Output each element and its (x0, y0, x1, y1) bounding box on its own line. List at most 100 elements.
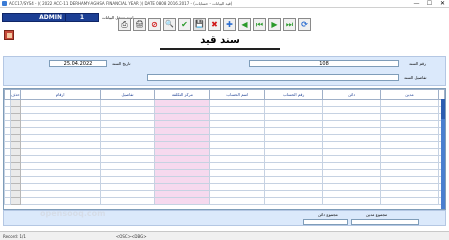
minimize-button[interactable]: — (410, 0, 423, 8)
row-delete-cell[interactable] (9, 113, 21, 121)
grid-cell[interactable] (19, 148, 101, 156)
grid-cell[interactable] (380, 148, 439, 156)
next-icon[interactable]: ▶ (268, 18, 281, 31)
refresh-icon[interactable]: ⟳ (298, 18, 311, 31)
row-delete-cell[interactable] (9, 141, 21, 149)
grid-cell[interactable] (264, 141, 324, 149)
grid-cell[interactable] (99, 148, 156, 156)
cost-center-cell[interactable] (154, 162, 211, 170)
grid-cell[interactable] (380, 155, 439, 163)
grid-cell[interactable] (19, 120, 101, 128)
grid-cell[interactable] (209, 134, 266, 142)
grid-cell[interactable] (209, 148, 266, 156)
grid-cell[interactable] (99, 190, 156, 198)
grid-cell[interactable] (209, 197, 266, 205)
grid-cell[interactable] (99, 134, 156, 142)
row-delete-cell[interactable] (9, 106, 21, 114)
grid-cell[interactable] (99, 99, 156, 107)
grid-cell[interactable] (322, 127, 382, 135)
grid-cell[interactable] (209, 106, 266, 114)
grid-cell[interactable] (264, 197, 324, 205)
date-field[interactable]: 25.04.2022 (49, 60, 107, 67)
grid-cell[interactable] (19, 127, 101, 135)
details-field[interactable] (147, 74, 399, 81)
first-icon[interactable]: ⏮ (253, 18, 266, 31)
grid-cell[interactable] (99, 141, 156, 149)
grid-cell[interactable] (380, 190, 439, 198)
row-delete-cell[interactable] (9, 169, 21, 177)
row-delete-cell[interactable] (9, 197, 21, 205)
grid-cell[interactable] (322, 134, 382, 142)
cost-center-cell[interactable] (154, 190, 211, 198)
doc-number-field[interactable]: 108 (249, 60, 399, 67)
grid-cell[interactable] (322, 197, 382, 205)
grid-cell[interactable] (380, 113, 439, 121)
cost-center-cell[interactable] (154, 148, 211, 156)
grid-cell[interactable] (19, 134, 101, 142)
grid-cell[interactable] (264, 113, 324, 121)
save-icon[interactable]: 💾 (193, 18, 206, 31)
grid-cell[interactable] (264, 148, 324, 156)
vertical-scrollbar[interactable] (441, 99, 445, 209)
grid-cell[interactable] (380, 120, 439, 128)
row-delete-cell[interactable] (9, 176, 21, 184)
grid-cell[interactable] (209, 113, 266, 121)
grid-cell[interactable] (99, 197, 156, 205)
approve-icon[interactable]: ✔ (178, 18, 191, 31)
cost-center-cell[interactable] (154, 106, 211, 114)
grid-cell[interactable] (380, 183, 439, 191)
grid-cell[interactable] (19, 99, 101, 107)
row-delete-cell[interactable] (9, 183, 21, 191)
cost-center-cell[interactable] (154, 127, 211, 135)
grid-cell[interactable] (209, 99, 266, 107)
grid-cell[interactable] (264, 106, 324, 114)
grid-cell[interactable] (19, 197, 101, 205)
cost-center-cell[interactable] (154, 183, 211, 191)
row-delete-cell[interactable] (9, 120, 21, 128)
grid-cell[interactable] (99, 113, 156, 121)
grid-cell[interactable] (19, 106, 101, 114)
row-delete-cell[interactable] (9, 155, 21, 163)
grid-cell[interactable] (99, 162, 156, 170)
cost-center-cell[interactable] (154, 134, 211, 142)
grid-cell[interactable] (380, 99, 439, 107)
row-delete-cell[interactable] (9, 190, 21, 198)
grid-cell[interactable] (19, 183, 101, 191)
grid-cell[interactable] (322, 190, 382, 198)
grid-cell[interactable] (99, 120, 156, 128)
grid-cell[interactable] (322, 169, 382, 177)
cost-center-cell[interactable] (154, 141, 211, 149)
grid-cell[interactable] (99, 169, 156, 177)
grid-cell[interactable] (380, 106, 439, 114)
grid-cell[interactable] (19, 176, 101, 184)
cost-center-cell[interactable] (154, 197, 211, 205)
cost-center-cell[interactable] (154, 169, 211, 177)
grid-cell[interactable] (380, 169, 439, 177)
grid-cell[interactable] (380, 127, 439, 135)
search-icon[interactable]: 🔍 (163, 18, 176, 31)
grid-cell[interactable] (322, 120, 382, 128)
grid-cell[interactable] (322, 176, 382, 184)
row-delete-cell[interactable] (9, 134, 21, 142)
grid-cell[interactable] (264, 169, 324, 177)
close-button[interactable]: ✕ (436, 0, 449, 8)
grid-cell[interactable] (19, 190, 101, 198)
previous-icon[interactable]: ◀ (238, 18, 251, 31)
grid-cell[interactable] (209, 176, 266, 184)
cost-center-cell[interactable] (154, 113, 211, 121)
grid-cell[interactable] (19, 169, 101, 177)
grid-cell[interactable] (209, 120, 266, 128)
grid-cell[interactable] (264, 162, 324, 170)
grid-cell[interactable] (322, 183, 382, 191)
grid-cell[interactable] (264, 190, 324, 198)
grid-cell[interactable] (99, 127, 156, 135)
grid-cell[interactable] (322, 99, 382, 107)
grid-cell[interactable] (264, 176, 324, 184)
cancel-icon[interactable]: ⊘ (148, 18, 161, 31)
cost-center-cell[interactable] (154, 176, 211, 184)
delete-icon[interactable]: ✖ (208, 18, 221, 31)
grid-cell[interactable] (99, 176, 156, 184)
grid-cell[interactable] (380, 162, 439, 170)
grid-cell[interactable] (209, 155, 266, 163)
row-delete-cell[interactable] (9, 127, 21, 135)
